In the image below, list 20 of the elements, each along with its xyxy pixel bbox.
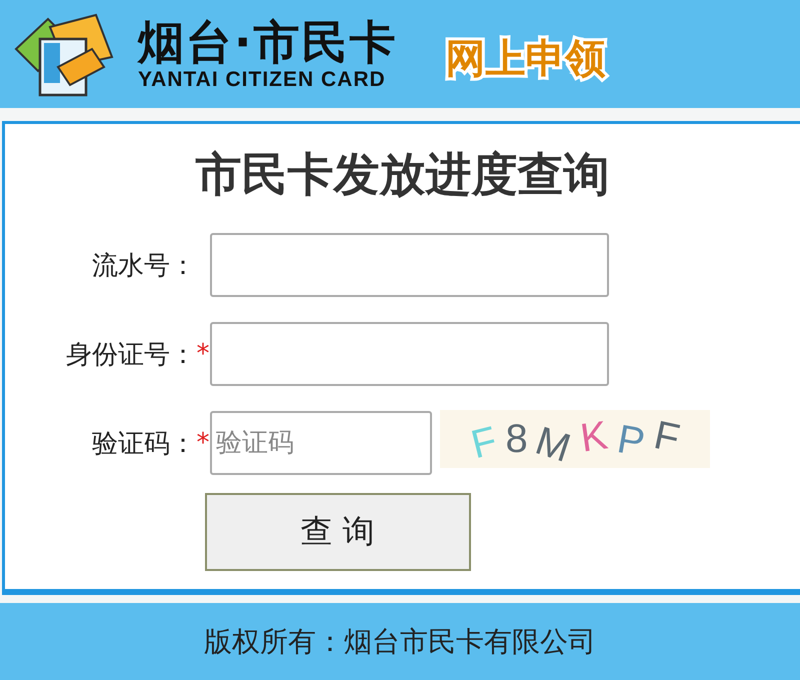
logo-subtitle: YANTAI CITIZEN CARD <box>138 68 387 92</box>
required-mark: * <box>196 428 210 458</box>
input-field[interactable] <box>210 322 609 386</box>
captcha-image[interactable]: F 8 M K P F <box>440 410 710 468</box>
captcha-field[interactable]: 验证码 <box>210 411 432 475</box>
tagline: 网上申领 <box>445 34 606 84</box>
field-label: 身份证号： <box>66 338 196 372</box>
captcha-char: F <box>466 418 502 468</box>
input-field[interactable] <box>210 233 609 297</box>
field-label: 验证码： <box>92 428 196 460</box>
captcha-char: P <box>614 416 648 466</box>
copyright-text: 版权所有：烟台市民卡有限公司 <box>204 624 596 660</box>
query-button[interactable]: 查 询 <box>204 493 470 571</box>
logo-title: 烟台·市民卡 <box>138 16 398 68</box>
field-label: 流水号： <box>92 250 196 282</box>
captcha-char: F <box>650 412 684 462</box>
captcha-char: K <box>578 412 610 462</box>
required-mark: * <box>196 339 210 369</box>
form-title: 市民卡发放进度查询 <box>194 146 610 202</box>
captcha-char: 8 <box>506 416 528 462</box>
